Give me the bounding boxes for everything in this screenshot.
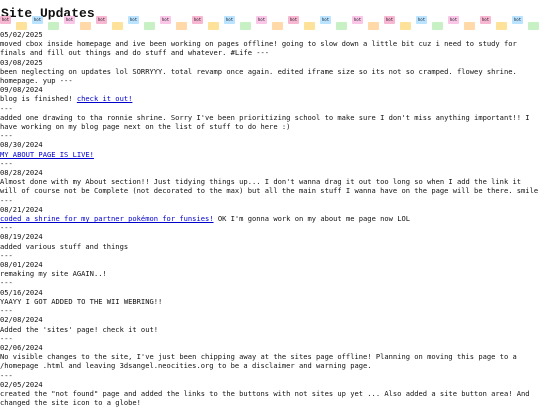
border-chip <box>464 22 475 30</box>
border-chip: hot <box>288 16 299 24</box>
border-chip: hot <box>224 16 235 24</box>
border-chip: hot <box>96 16 107 24</box>
update-link[interactable]: MY ABOUT PAGE IS LIVE! <box>0 150 94 159</box>
border-chip: hot <box>480 16 491 24</box>
border-chip <box>336 22 347 30</box>
update-entry: --- 02/06/2024 No visible changes to the … <box>0 334 540 371</box>
border-chip: hot <box>160 16 171 24</box>
border-chip: hot <box>192 16 203 24</box>
update-text: Almost done with my About section!! Just… <box>0 177 539 196</box>
border-chip <box>400 22 411 30</box>
update-entry: --- 08/28/2024 Almost done with my About … <box>0 159 540 196</box>
update-link[interactable]: coded a shrine for my partner pokémon fo… <box>0 214 214 223</box>
update-entry: --- 02/08/2024 Added the 'sites' page! ch… <box>0 306 540 334</box>
border-chip: hot <box>64 16 75 24</box>
update-entry: --- 08/21/2024 coded a shrine for my part… <box>0 196 540 224</box>
update-entry: 03/08/2025 been neglecting on updates lol… <box>0 58 540 86</box>
update-text: been neglecting on updates lol SORRYYY. … <box>0 66 522 86</box>
border-chip: hot <box>320 16 331 24</box>
border-chip <box>176 22 187 30</box>
update-text: MY ABOUT PAGE IS LIVE! <box>0 150 540 159</box>
update-date: --- 02/08/2024 <box>0 306 43 325</box>
border-chip: hot <box>256 16 267 24</box>
update-date: --- 02/06/2024 <box>0 333 43 352</box>
update-text: blog is finished! check it out! <box>0 94 133 104</box>
border-chip <box>208 22 219 30</box>
border-chip: hot <box>448 16 459 24</box>
border-chip <box>144 22 155 30</box>
update-date: --- <box>0 103 13 113</box>
border-chip: hot <box>0 16 11 24</box>
border-chip <box>496 22 507 30</box>
update-date: --- 02/05/2024 <box>0 370 43 389</box>
border-chip <box>432 22 443 30</box>
update-date: 03/08/2025 <box>0 57 43 67</box>
update-entry: --- 05/16/2024 YAAYY I GOT ADDED TO THE W… <box>0 278 540 306</box>
update-date: --- 08/01/2024 <box>0 250 43 270</box>
border-chip: hot <box>32 16 43 24</box>
border-chip <box>272 22 283 30</box>
update-date: --- 05/16/2024 <box>0 278 43 297</box>
border-chip <box>368 22 379 30</box>
border-chip <box>112 22 123 30</box>
update-date: 09/08/2024 <box>0 85 43 95</box>
update-date: --- 08/19/2024 <box>0 223 43 242</box>
update-date: --- 08/28/2024 <box>0 158 43 178</box>
update-text: Added the 'sites' page! check it out! <box>0 324 159 334</box>
update-entry: --- 08/01/2024 remaking my site AGAIN..! <box>0 251 540 279</box>
update-log: 05/02/2025 moved cbox inside homepage and… <box>0 30 540 407</box>
update-date: 05/02/2025 <box>0 30 43 39</box>
border-chip: hot <box>416 16 427 24</box>
update-date: --- 08/21/2024 <box>0 195 43 214</box>
border-chip <box>80 22 91 30</box>
update-entry: --- 08/19/2024 added various stuff and th… <box>0 223 540 251</box>
update-entry: --- added one drawing to tha ronnie shrin… <box>0 104 540 132</box>
update-text: No visible changes to the site, I've jus… <box>0 352 522 371</box>
update-text: coded a shrine for my partner pokémon fo… <box>0 214 411 224</box>
update-text: remaking my site AGAIN..! <box>0 269 107 279</box>
border-chip <box>48 22 59 30</box>
border-chip <box>240 22 251 30</box>
border-chip: hot <box>384 16 395 24</box>
update-link[interactable]: check it out! <box>77 94 133 103</box>
update-text: created the "not found" page and added t… <box>0 388 534 407</box>
update-entry: --- 08/30/2024 MY ABOUT PAGE IS LIVE! <box>0 131 540 159</box>
update-text: added various stuff and things <box>0 241 129 251</box>
update-text: moved cbox inside homepage and ive been … <box>0 39 522 58</box>
border-chip: hot <box>352 16 363 24</box>
update-text: YAAYY I GOT ADDED TO THE WII WEBRING!! <box>0 296 163 306</box>
border-chip <box>304 22 315 30</box>
update-date: --- 08/30/2024 <box>0 131 43 150</box>
update-text: added one drawing to tha ronnie shrine. … <box>0 112 534 132</box>
update-entry: 05/02/2025 moved cbox inside homepage and… <box>0 30 540 58</box>
update-entry: --- 02/05/2024 created the "not found" pa… <box>0 371 540 407</box>
border-chip: hot <box>128 16 139 24</box>
decorative-border: hot hot hot hot hot hot hot hot hot hot hot hot hot h… <box>0 16 540 30</box>
border-chip <box>528 22 539 30</box>
border-chip: hot <box>512 16 523 24</box>
update-entry: 09/08/2024 blog is finished! check it out… <box>0 85 540 103</box>
border-chip <box>16 22 27 30</box>
